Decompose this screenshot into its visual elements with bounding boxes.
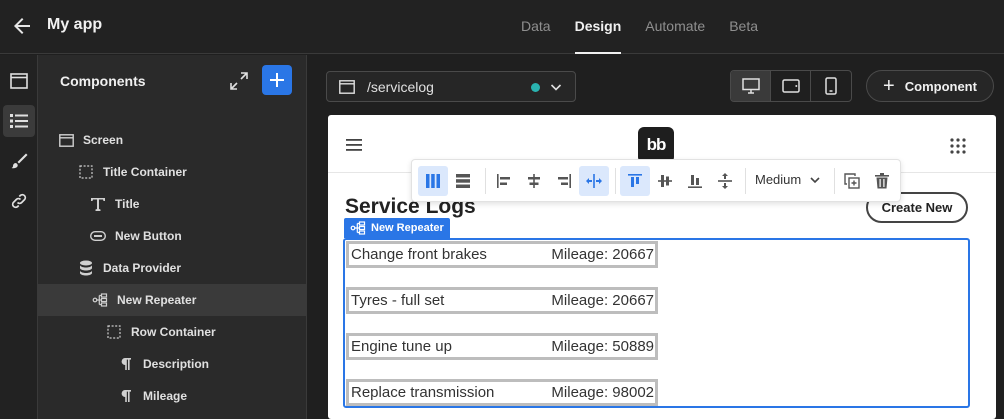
app-logo: bb <box>638 127 674 163</box>
description-text: Engine tune up <box>351 338 452 355</box>
components-panel: Components Screen Title Container Title … <box>38 55 307 419</box>
align-center-icon[interactable] <box>519 166 549 196</box>
screen-icon <box>58 132 74 148</box>
database-icon <box>78 260 94 276</box>
size-select[interactable]: Medium <box>755 172 821 187</box>
list-item[interactable]: Engine tune up Mileage: 50889 <box>346 333 658 360</box>
tree-item-title-container[interactable]: Title Container <box>46 156 307 188</box>
mobile-icon[interactable] <box>811 71 851 101</box>
container-icon <box>78 164 94 180</box>
components-list-icon[interactable] <box>3 105 35 137</box>
button-icon <box>90 228 106 244</box>
repeater-icon <box>350 221 366 235</box>
tab-automate[interactable]: Automate <box>645 0 705 54</box>
status-dot <box>531 83 540 92</box>
screen-icon <box>339 80 355 94</box>
align-top-icon[interactable] <box>620 166 650 196</box>
tab-data[interactable]: Data <box>521 0 551 54</box>
plus-icon <box>270 73 284 87</box>
rows-layout-icon[interactable] <box>448 166 478 196</box>
repeater-icon <box>92 292 108 308</box>
component-tree: Screen Title Container Title New Button … <box>38 124 307 412</box>
app-title: My app <box>47 16 103 33</box>
add-component-button[interactable] <box>262 65 292 95</box>
tree-item-data-provider[interactable]: Data Provider <box>46 252 307 284</box>
toolbar-divider <box>745 168 746 194</box>
apps-grid-icon[interactable] <box>950 138 966 154</box>
mileage-text: Mileage: 98002 <box>551 384 654 401</box>
chevron-down-icon <box>810 176 820 183</box>
route-path: /servicelog <box>367 79 434 95</box>
repeater[interactable]: Change front brakes Mileage: 20667 Tyres… <box>343 238 970 408</box>
tree-item-description[interactable]: Description <box>46 348 307 380</box>
design-canvas: /servicelog + Component bb Service Logs … <box>308 55 1004 419</box>
device-toggle <box>730 70 852 102</box>
text-icon <box>90 196 106 212</box>
tree-item-screen[interactable]: Screen <box>46 124 307 156</box>
component-toolbar: Medium <box>411 159 901 202</box>
main-tabs: Data Design Automate Beta <box>521 0 782 54</box>
align-bottom-icon[interactable] <box>680 166 710 196</box>
back-arrow-icon[interactable] <box>10 14 34 38</box>
list-item[interactable]: Tyres - full set Mileage: 20667 <box>346 287 658 314</box>
tab-design[interactable]: Design <box>574 0 621 54</box>
toolbar-divider <box>834 168 835 194</box>
plus-icon: + <box>883 75 895 97</box>
align-middle-icon[interactable] <box>650 166 680 196</box>
columns-layout-icon[interactable] <box>418 166 448 196</box>
tree-item-new-repeater[interactable]: New Repeater <box>38 284 307 316</box>
align-right-icon[interactable] <box>549 166 579 196</box>
left-rail <box>0 55 38 419</box>
tree-item-new-button[interactable]: New Button <box>46 220 307 252</box>
add-component-pill-button[interactable]: + Component <box>866 70 994 102</box>
chevron-down-icon <box>550 84 562 91</box>
paragraph-icon <box>118 356 134 372</box>
description-text: Change front brakes <box>351 246 487 263</box>
tree-item-row-container[interactable]: Row Container <box>46 316 307 348</box>
tablet-icon[interactable] <box>771 71 811 101</box>
description-text: Replace transmission <box>351 384 495 401</box>
panel-title: Components <box>60 73 146 89</box>
screens-icon[interactable] <box>3 65 35 97</box>
link-icon[interactable] <box>3 185 35 217</box>
container-icon <box>106 324 122 340</box>
tab-beta[interactable]: Beta <box>729 0 758 54</box>
mileage-text: Mileage: 20667 <box>551 292 654 309</box>
tree-item-mileage[interactable]: Mileage <box>46 380 307 412</box>
top-bar: My app Data Design Automate Beta <box>0 0 1004 54</box>
expand-icon[interactable] <box>228 70 250 92</box>
mileage-text: Mileage: 50889 <box>551 338 654 355</box>
list-item[interactable]: Change front brakes Mileage: 20667 <box>346 241 658 268</box>
align-left-icon[interactable] <box>489 166 519 196</box>
list-item[interactable]: Replace transmission Mileage: 98002 <box>346 379 658 406</box>
mileage-text: Mileage: 20667 <box>551 246 654 263</box>
toolbar-divider <box>615 168 616 194</box>
route-selector[interactable]: /servicelog <box>326 71 576 102</box>
tree-item-title[interactable]: Title <box>46 188 307 220</box>
delete-icon[interactable] <box>867 166 897 196</box>
brush-icon[interactable] <box>3 145 35 177</box>
description-text: Tyres - full set <box>351 292 445 309</box>
repeater-tag[interactable]: New Repeater <box>344 218 450 238</box>
paragraph-icon <box>118 388 134 404</box>
duplicate-icon[interactable] <box>837 166 867 196</box>
stretch-vertical-icon[interactable] <box>710 166 740 196</box>
toolbar-divider <box>485 168 486 194</box>
hamburger-menu-icon[interactable] <box>346 138 362 152</box>
stretch-horizontal-icon[interactable] <box>579 166 609 196</box>
desktop-icon[interactable] <box>731 71 771 101</box>
